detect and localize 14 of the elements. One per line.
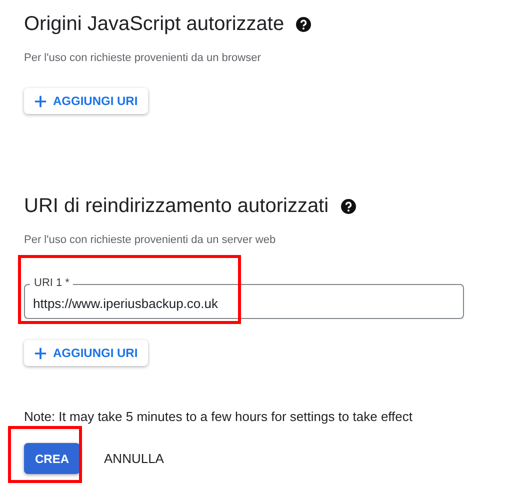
help-icon[interactable] [340, 198, 356, 214]
add-uri-button[interactable]: AGGIUNGI URI [24, 88, 148, 114]
cancel-button[interactable]: ANNULLA [92, 443, 176, 474]
section-description: Per l'uso con richieste provenienti da un browser [24, 52, 262, 64]
uri-field[interactable]: URI 1 * https://www.iperiusbackup.co.uk [24, 276, 464, 319]
section-title: Origini JavaScript autorizzate [24, 12, 284, 36]
help-icon[interactable] [296, 16, 312, 32]
note-text: Note: It may take 5 minutes to a few hours for settings to take effect [24, 409, 414, 424]
section-description: Per l'uso con richieste provenienti da un server web [24, 234, 277, 246]
plus-icon [34, 94, 47, 108]
create-button[interactable]: CREA [24, 443, 80, 474]
add-uri-button[interactable]: AGGIUNGI URI [24, 340, 148, 366]
section-title: URI di reindirizzamento autorizzati [24, 194, 329, 218]
plus-icon [34, 346, 47, 360]
